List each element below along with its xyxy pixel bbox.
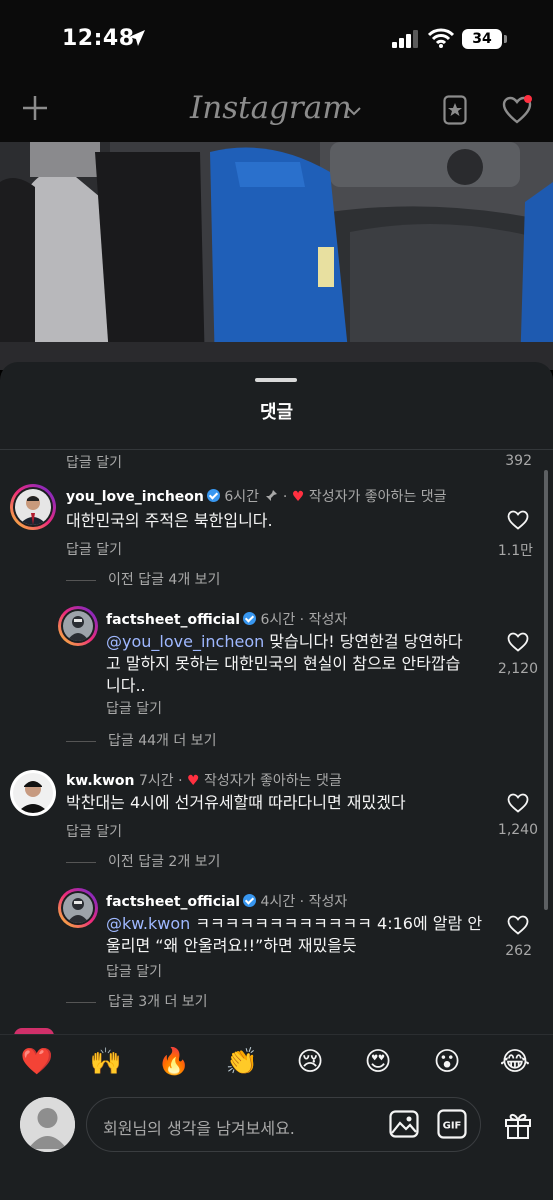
notification-dot: [524, 95, 532, 103]
emoji-heart-eyes[interactable]: 😍: [358, 1047, 398, 1077]
comment-input-bar: 회원님의 생각을 남겨보세요. GIF: [0, 1094, 553, 1200]
comment-text: 박찬대는 4시에 선거유세할때 따라다니면 재밌겠다: [66, 793, 406, 812]
like-count: 1,240: [497, 822, 538, 838]
video-background: [0, 142, 553, 370]
creator-heart-icon: ♥: [291, 489, 305, 505]
avatar[interactable]: [58, 606, 98, 646]
comment-input[interactable]: 회원님의 생각을 남겨보세요.: [86, 1097, 481, 1152]
view-more-replies-button[interactable]: 답글 44개 더 보기: [66, 730, 216, 750]
video-frame: [0, 142, 553, 370]
verified-badge-icon: [243, 894, 257, 907]
mention-link[interactable]: @you_love_incheon: [106, 632, 264, 651]
image-icon[interactable]: [389, 1110, 419, 1138]
comment-text: @you_love_incheon 맞습니다! 당연한걸 당연하다 고 말하지 …: [106, 631, 486, 697]
svg-text:GIF: GIF: [443, 1121, 462, 1132]
view-replies-button[interactable]: 이전 답글 4개 보기: [66, 569, 220, 589]
location-arrow-icon: [129, 30, 145, 46]
comment-text-line: 맞습니다! 당연한걸 당연하다: [264, 632, 463, 651]
comment-time: 6시간: [260, 612, 296, 628]
emoji-surprised[interactable]: 😮: [427, 1047, 467, 1077]
wifi-icon: [428, 28, 454, 48]
view-more-replies-button[interactable]: 답글 3개 더 보기: [66, 991, 208, 1011]
reply-button[interactable]: 답글 달기: [66, 539, 122, 559]
sheet-title: 댓글: [259, 402, 294, 423]
emoji-heart[interactable]: ❤️: [17, 1047, 57, 1077]
default-avatar-icon: [20, 1097, 75, 1152]
verified-badge-icon: [243, 612, 257, 625]
heart-outline-icon[interactable]: [507, 915, 529, 935]
signal-icon: [392, 30, 418, 48]
battery-indicator: 34: [462, 29, 502, 49]
app-header: Instagram: [0, 80, 553, 142]
reply-button[interactable]: 답글 달기: [66, 452, 122, 472]
emoji-reaction-bar: ❤️ 🙌 🔥 👏 😢 😍 😮 😂: [0, 1034, 553, 1095]
verified-badge-icon: [206, 489, 220, 502]
clock: 12:48: [62, 26, 135, 51]
view-replies-button[interactable]: 이전 답글 2개 보기: [66, 851, 220, 871]
username[interactable]: factsheet_official: [106, 612, 240, 628]
comment-input-placeholder: 회원님의 생각을 남겨보세요.: [103, 1119, 295, 1138]
comment-meta: factsheet_official 4시간 · 작성자: [106, 894, 348, 910]
avatar[interactable]: [10, 770, 56, 816]
username[interactable]: you_love_incheon: [66, 489, 204, 505]
divider: [0, 449, 553, 450]
mention-link[interactable]: @kw.kwon: [106, 914, 190, 933]
profile-photo: [63, 893, 93, 923]
comment-time: 4시간: [260, 894, 296, 910]
comment-time: 7시간: [138, 773, 174, 789]
heart-outline-icon[interactable]: [507, 510, 529, 530]
reply-button[interactable]: 답글 달기: [66, 821, 122, 841]
like-count: 262: [505, 943, 532, 959]
avatar[interactable]: [58, 888, 98, 928]
username[interactable]: factsheet_official: [106, 894, 240, 910]
emoji-laughing[interactable]: 😂: [495, 1047, 535, 1077]
status-bar: 12:48 34: [0, 0, 553, 80]
saved-star-icon[interactable]: [443, 95, 467, 125]
my-avatar[interactable]: [20, 1097, 75, 1152]
like-count: 1.1만: [497, 543, 533, 559]
chevron-down-icon[interactable]: [347, 106, 361, 116]
username[interactable]: kw.kwon: [66, 773, 135, 789]
pin-icon: [266, 490, 278, 501]
instagram-logo[interactable]: Instagram: [190, 90, 352, 126]
author-label: 작성자: [308, 894, 348, 910]
emoji-clap[interactable]: 👏: [222, 1047, 262, 1077]
comment-meta: kw.kwon 7시간 · ♥ 작성자가 좋아하는 댓글: [66, 773, 342, 789]
author-label: 작성자: [308, 612, 348, 628]
creator-liked-badge: 작성자가 좋아하는 댓글: [308, 489, 447, 505]
drag-handle[interactable]: [255, 378, 297, 382]
comment-text: 대한민국의 주적은 북한입니다.: [66, 511, 273, 530]
heart-outline-icon[interactable]: [507, 632, 529, 652]
comment-time: 6시간: [224, 489, 259, 505]
plus-icon[interactable]: [22, 95, 48, 121]
comment-text-line: 고 말하지 못하는 대한민국의 현실이 참으로 안타깝습: [106, 654, 461, 673]
reply-button[interactable]: 답글 달기: [106, 698, 162, 718]
creator-liked-badge: 작성자가 좋아하는 댓글: [204, 773, 342, 789]
emoji-raised-hands[interactable]: 🙌: [86, 1047, 126, 1077]
comment-meta: factsheet_official 6시간 · 작성자: [106, 612, 348, 628]
comment-text-line: 울리면 “왜 안울려요!!”하면 재밌을듯: [106, 936, 357, 955]
profile-photo: [13, 773, 53, 813]
heart-outline-icon[interactable]: [507, 793, 529, 813]
comment-text: @kw.kwon ㅋㅋㅋㅋㅋㅋㅋㅋㅋㅋㅋㅋ 4:16에 알람 안 울리면 “왜 …: [106, 913, 486, 957]
battery-nub: [504, 35, 507, 43]
gift-icon[interactable]: [503, 1110, 533, 1140]
reply-button[interactable]: 답글 달기: [106, 961, 162, 981]
emoji-crying[interactable]: 😢: [290, 1047, 330, 1077]
gif-icon[interactable]: GIF: [437, 1109, 467, 1139]
like-count: 2,120: [497, 661, 538, 677]
profile-photo: [63, 611, 93, 641]
profile-photo: [15, 489, 51, 525]
comment-text-line: ㅋㅋㅋㅋㅋㅋㅋㅋㅋㅋㅋㅋ 4:16에 알람 안: [190, 914, 483, 933]
avatar[interactable]: [10, 484, 56, 530]
creator-heart-icon: ♥: [186, 773, 200, 789]
emoji-fire[interactable]: 🔥: [154, 1047, 194, 1077]
comment-text-line: 니다..: [106, 676, 146, 695]
like-count: 392: [505, 453, 532, 469]
comment-meta: you_love_incheon 6시간 · ♥ 작성자가 좋아하는 댓글: [66, 489, 447, 505]
scrollbar[interactable]: [544, 470, 548, 910]
